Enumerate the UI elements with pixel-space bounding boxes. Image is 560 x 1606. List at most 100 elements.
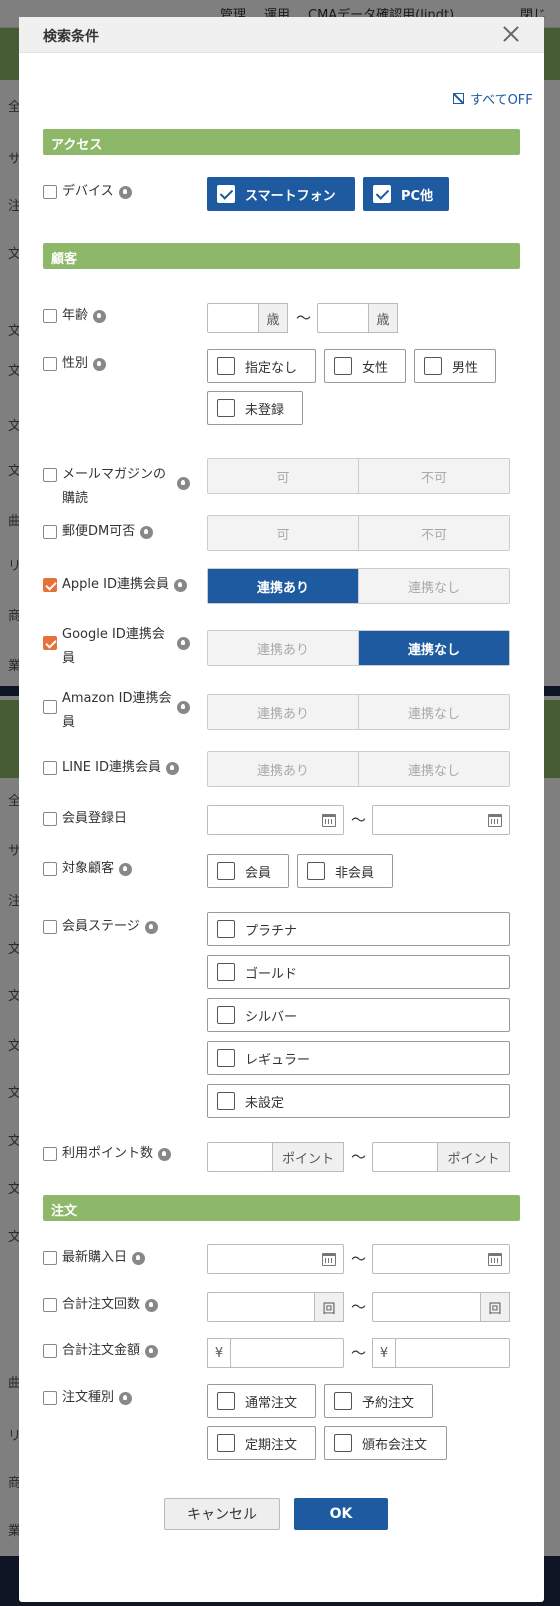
stage-platinum-option[interactable]: プラチナ	[207, 912, 510, 946]
google-id-linked[interactable]: 連携あり	[208, 631, 358, 665]
amazon-id-checkbox[interactable]	[43, 700, 57, 714]
google-id-filter[interactable]: Google ID連携会 員	[43, 623, 190, 671]
mail-magazine-checkbox[interactable]	[43, 468, 57, 482]
target-nonmember-option[interactable]: 非会員	[297, 854, 393, 888]
points-checkbox[interactable]	[43, 1147, 57, 1161]
total-order-amount-from-input[interactable]	[230, 1338, 344, 1368]
mail-magazine-yes[interactable]: 可	[208, 459, 358, 493]
gender-male-option[interactable]: 男性	[414, 349, 496, 383]
total-order-count-checkbox[interactable]	[43, 1298, 57, 1312]
total-order-count-filter[interactable]: 合計注文回数	[43, 1293, 159, 1317]
target-customer-checkbox[interactable]	[43, 862, 57, 876]
ok-button[interactable]: OK	[294, 1498, 388, 1530]
total-order-amount-filter[interactable]: 合計注文金額	[43, 1339, 159, 1363]
cancel-button[interactable]: キャンセル	[164, 1498, 280, 1530]
total-order-count-from-input[interactable]	[207, 1292, 315, 1322]
close-icon[interactable]	[500, 23, 522, 45]
help-icon[interactable]	[145, 1345, 159, 1358]
calendar-icon[interactable]	[488, 814, 502, 827]
apple-id-filter[interactable]: Apple ID連携会員	[43, 573, 187, 597]
help-icon[interactable]	[177, 701, 190, 714]
order-type-normal-option[interactable]: 通常注文	[207, 1384, 316, 1418]
points-from-input[interactable]	[207, 1142, 273, 1172]
help-icon[interactable]	[166, 762, 179, 775]
stage-gold-option[interactable]: ゴールド	[207, 955, 510, 989]
help-icon[interactable]	[93, 310, 107, 323]
order-type-reservation-option[interactable]: 予約注文	[324, 1384, 433, 1418]
line-id-linked[interactable]: 連携あり	[208, 752, 358, 786]
device-smartphone-option[interactable]: スマートフォン	[207, 177, 355, 211]
total-order-amount-to-input[interactable]	[395, 1338, 510, 1368]
amazon-id-linked[interactable]: 連携あり	[208, 695, 358, 729]
last-purchase-filter[interactable]: 最新購入日	[43, 1246, 146, 1270]
postal-dm-checkbox[interactable]	[43, 525, 57, 539]
google-id-unlinked[interactable]: 連携なし	[358, 631, 509, 665]
calendar-icon[interactable]	[488, 1253, 502, 1266]
member-stage-checkbox[interactable]	[43, 920, 57, 934]
calendar-icon[interactable]	[322, 814, 336, 827]
register-date-checkbox[interactable]	[43, 812, 57, 826]
stage-regular-option[interactable]: レギュラー	[207, 1041, 510, 1075]
age-checkbox[interactable]	[43, 309, 57, 323]
device-checkbox[interactable]	[43, 185, 57, 199]
mail-magazine-no[interactable]: 不可	[358, 459, 509, 493]
amazon-id-toggle[interactable]: 連携あり 連携なし	[207, 694, 510, 730]
last-purchase-checkbox[interactable]	[43, 1251, 57, 1265]
help-icon[interactable]	[132, 1252, 146, 1265]
target-customer-filter[interactable]: 対象顧客	[43, 857, 133, 881]
help-icon[interactable]	[140, 526, 154, 539]
help-icon[interactable]	[93, 358, 107, 371]
postal-dm-yes[interactable]: 可	[208, 516, 358, 550]
amazon-id-filter[interactable]: Amazon ID連携会 員	[43, 687, 190, 735]
total-order-amount-checkbox[interactable]	[43, 1344, 57, 1358]
device-filter[interactable]: デバイス	[43, 180, 132, 204]
help-icon[interactable]	[173, 579, 187, 592]
line-id-checkbox[interactable]	[43, 761, 57, 775]
amazon-id-unlinked[interactable]: 連携なし	[358, 695, 509, 729]
help-icon[interactable]	[145, 1299, 159, 1312]
apple-id-checkbox[interactable]	[43, 578, 57, 592]
age-to-input[interactable]	[317, 303, 369, 333]
gender-unspecified-option[interactable]: 指定なし	[207, 349, 316, 383]
line-id-toggle[interactable]: 連携あり 連携なし	[207, 751, 510, 787]
age-filter[interactable]: 年齢	[43, 304, 107, 328]
stage-unset-option[interactable]: 未設定	[207, 1084, 510, 1118]
help-icon[interactable]	[177, 477, 190, 490]
mail-magazine-toggle[interactable]: 可 不可	[207, 458, 510, 494]
line-id-unlinked[interactable]: 連携なし	[358, 752, 509, 786]
stage-silver-option[interactable]: シルバー	[207, 998, 510, 1032]
postal-dm-no[interactable]: 不可	[358, 516, 509, 550]
all-off-link[interactable]: すべてOFF	[453, 89, 533, 108]
postal-dm-filter[interactable]: 郵便DM可否	[43, 520, 154, 544]
register-date-filter[interactable]: 会員登録日	[43, 807, 127, 831]
order-type-distribution-option[interactable]: 頒布会注文	[324, 1426, 447, 1460]
apple-id-toggle[interactable]: 連携あり 連携なし	[207, 568, 510, 604]
gender-female-option[interactable]: 女性	[324, 349, 406, 383]
order-type-filter[interactable]: 注文種別	[43, 1386, 133, 1410]
total-order-count-to-input[interactable]	[372, 1292, 481, 1322]
order-type-checkbox[interactable]	[43, 1391, 57, 1405]
device-pc-option[interactable]: PC他	[363, 177, 449, 211]
help-icon[interactable]	[118, 186, 132, 199]
calendar-icon[interactable]	[322, 1253, 336, 1266]
google-id-toggle[interactable]: 連携あり 連携なし	[207, 630, 510, 666]
help-icon[interactable]	[177, 637, 190, 650]
google-id-checkbox[interactable]	[43, 636, 57, 650]
order-type-subscription-option[interactable]: 定期注文	[207, 1426, 316, 1460]
member-stage-filter[interactable]: 会員ステージ	[43, 915, 158, 939]
points-to-input[interactable]	[372, 1142, 438, 1172]
help-icon[interactable]	[119, 863, 133, 876]
gender-unregistered-option[interactable]: 未登録	[207, 391, 303, 425]
gender-checkbox[interactable]	[43, 357, 57, 371]
apple-id-linked[interactable]: 連携あり	[208, 569, 358, 603]
apple-id-unlinked[interactable]: 連携なし	[358, 569, 509, 603]
line-id-filter[interactable]: LINE ID連携会員	[43, 756, 179, 780]
mail-magazine-filter[interactable]: メールマガジンの 購読	[43, 463, 190, 511]
help-icon[interactable]	[119, 1392, 133, 1405]
points-filter[interactable]: 利用ポイント数	[43, 1142, 172, 1166]
gender-filter[interactable]: 性別	[43, 352, 107, 376]
age-from-input[interactable]	[207, 303, 259, 333]
help-icon[interactable]	[144, 921, 158, 934]
help-icon[interactable]	[158, 1148, 172, 1161]
target-member-option[interactable]: 会員	[207, 854, 289, 888]
